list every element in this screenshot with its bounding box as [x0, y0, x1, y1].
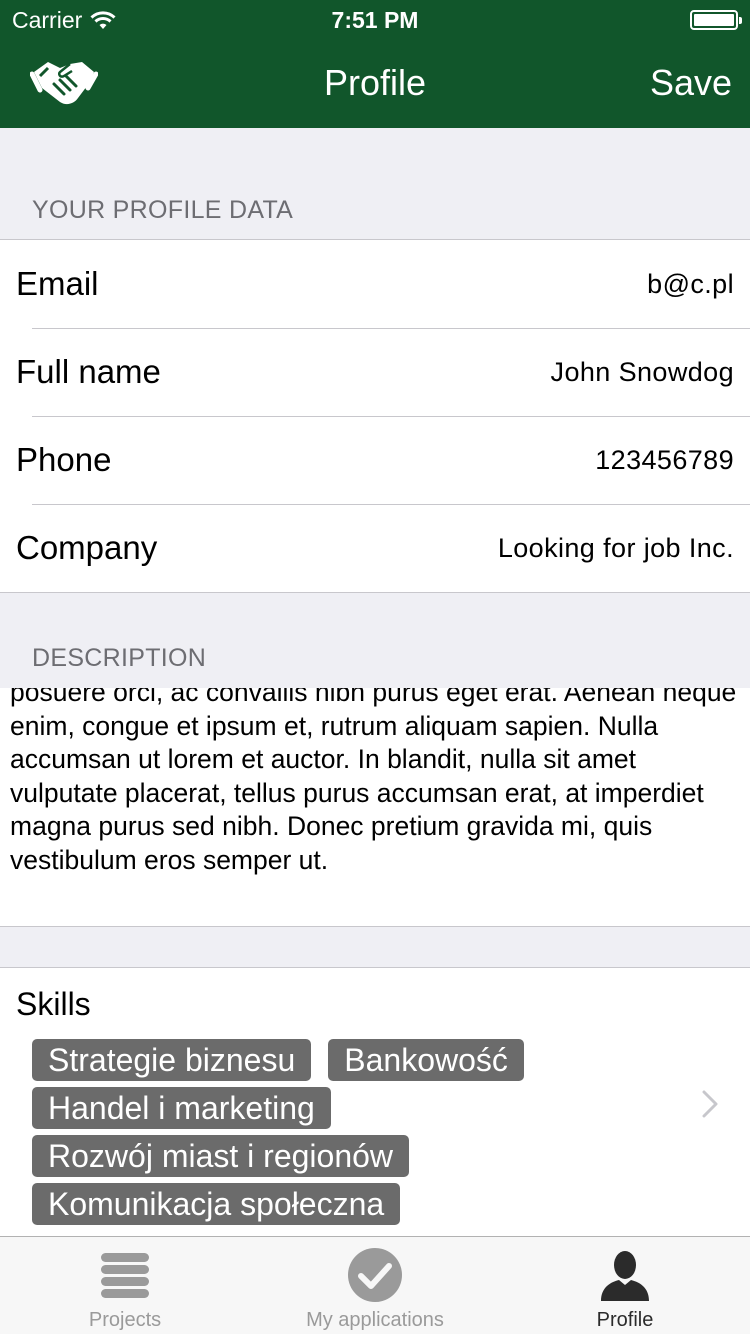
- tab-projects-label: Projects: [88, 1309, 162, 1331]
- phone-label: Phone: [16, 441, 112, 478]
- checkmark-circle-icon: [348, 1248, 402, 1302]
- navigation-bar: Profile Save: [0, 40, 750, 128]
- tab-my-applications-label: My applications: [306, 1309, 444, 1331]
- email-label: Email: [16, 265, 99, 302]
- full-name-value: John Snowdog: [550, 356, 734, 387]
- company-label: Company: [16, 529, 158, 566]
- description-section-header: DESCRIPTION: [32, 644, 207, 672]
- chevron-right-icon: [702, 1090, 718, 1118]
- company-row[interactable]: Company Looking for job Inc.: [0, 504, 750, 592]
- skill-chip: Handel i marketing: [32, 1087, 331, 1129]
- person-icon: [601, 1251, 649, 1301]
- list-icon: [101, 1253, 149, 1298]
- tab-projects[interactable]: Projects: [0, 1237, 250, 1334]
- phone-row[interactable]: Phone 123456789: [0, 416, 750, 504]
- email-row[interactable]: Email b@c.pl: [0, 240, 750, 328]
- tab-my-applications[interactable]: My applications: [250, 1237, 500, 1334]
- battery-icon: [690, 10, 742, 30]
- skills-row[interactable]: Skills Strategie biznesu Bankowość Hande…: [0, 967, 750, 1237]
- status-time: 7:51 PM: [331, 7, 419, 33]
- skill-chip: Rozwój miast i regionów: [32, 1135, 410, 1177]
- skills-title: Skills: [16, 986, 91, 1022]
- company-value: Looking for job Inc.: [497, 532, 734, 563]
- skill-chip: Strategie biznesu: [32, 1039, 312, 1081]
- skills-chip-list: Strategie biznesu Bankowość Handel i mar…: [32, 1039, 592, 1231]
- save-button[interactable]: Save: [650, 62, 732, 104]
- tab-profile[interactable]: Profile: [500, 1237, 750, 1334]
- profile-data-group: Email b@c.pl Full name John Snowdog Phon…: [0, 239, 750, 593]
- skill-chip: Komunikacja społeczna: [32, 1183, 401, 1225]
- status-bar: Carrier 7:51 PM: [0, 0, 750, 40]
- email-value: b@c.pl: [647, 268, 734, 299]
- full-name-label: Full name: [16, 353, 161, 390]
- profile-section-header: YOUR PROFILE DATA: [32, 196, 294, 224]
- tab-bar: Projects My applications Profile: [0, 1236, 750, 1334]
- description-text: posuere orci, ac convallis nibh purus eg…: [10, 688, 737, 875]
- full-name-row[interactable]: Full name John Snowdog: [0, 328, 750, 416]
- page-title: Profile: [323, 62, 427, 103]
- description-textarea[interactable]: posuere orci, ac convallis nibh purus eg…: [0, 688, 750, 927]
- skill-chip: Bankowość: [328, 1039, 524, 1081]
- phone-value: 123456789: [595, 444, 734, 475]
- tab-profile-label: Profile: [596, 1309, 654, 1331]
